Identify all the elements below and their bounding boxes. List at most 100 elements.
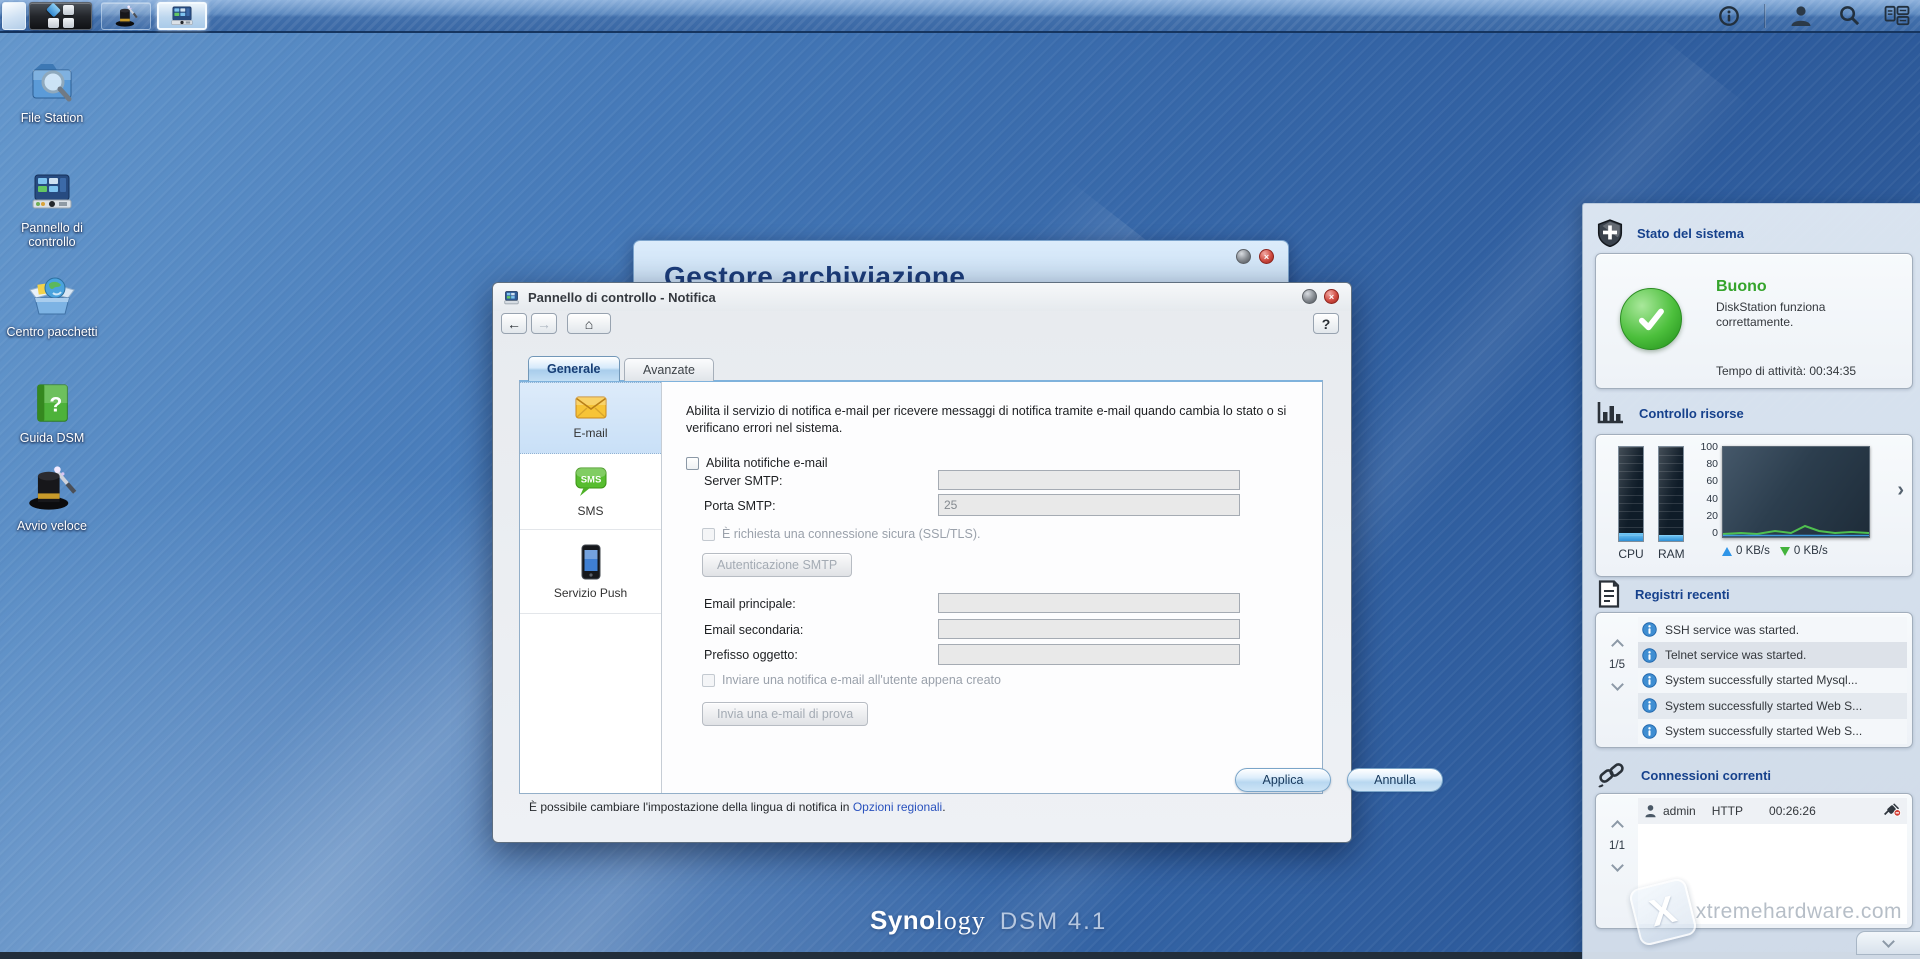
page-up-icon[interactable] (1610, 820, 1624, 833)
desktop-icon-avvio-veloce[interactable]: Avvio veloce (2, 462, 102, 533)
tab-generale[interactable]: Generale (528, 356, 620, 381)
desktop-icon-guida-dsm[interactable]: ? Guida DSM (2, 380, 102, 445)
cpu-label: CPU (1618, 547, 1644, 561)
info-button[interactable] (1716, 3, 1742, 29)
taskbar-task-avvio-veloce[interactable] (101, 2, 151, 30)
close-button[interactable]: × (1259, 249, 1274, 264)
search-icon (1839, 6, 1859, 26)
logo-version: DSM 4.1 (999, 908, 1108, 935)
system-status-value: Buono (1716, 278, 1767, 295)
secondary-email-input[interactable] (938, 619, 1240, 639)
primary-email-label: Email principale: (704, 597, 796, 611)
log-row[interactable]: System successfully started Web S... (1638, 718, 1907, 744)
tab-avanzate[interactable]: Avanzate (624, 358, 714, 381)
dialog-footer-note: È possibile cambiare l'impostazione dell… (529, 800, 946, 814)
smtp-server-input[interactable] (938, 470, 1240, 490)
shield-icon (1597, 219, 1623, 247)
logs-pager: 1/5 (1600, 639, 1634, 691)
help-book-icon: ? (37, 384, 68, 422)
bar-chart-icon (1597, 402, 1623, 424)
enable-email-checkbox[interactable] (686, 456, 699, 470)
smartphone-icon (581, 544, 600, 579)
page-indicator: 1/1 (1609, 840, 1625, 852)
desktop-icon-label: Centro pacchetti (6, 325, 98, 339)
nav-item-sms[interactable]: SMS SMS (520, 454, 661, 530)
disconnect-button[interactable] (1883, 802, 1901, 820)
widgets-toggle-button[interactable] (1884, 3, 1910, 29)
widget-title: Connessioni correnti (1641, 767, 1772, 783)
log-row[interactable]: SSH service was started. (1638, 617, 1907, 643)
search-button[interactable] (1836, 3, 1862, 29)
resource-monitor-card[interactable]: CPU RAM 100 80 60 40 20 0 0 KB/s 0 KB/s › (1595, 434, 1913, 577)
dialog-minimize-button[interactable] (1302, 289, 1317, 304)
log-row[interactable]: Telnet service was started. (1638, 642, 1907, 668)
download-arrow-icon (1779, 546, 1790, 556)
log-row[interactable]: System successfully started Web S... (1638, 693, 1907, 719)
control-panel-icon (504, 290, 519, 304)
desktop-icon-pannello-di-controllo[interactable]: Pannello di controllo (2, 168, 102, 249)
page-down-icon[interactable] (1610, 859, 1624, 872)
network-rates: 0 KB/s 0 KB/s (1722, 545, 1828, 557)
nav-item-servizio-push[interactable]: Servizio Push (520, 530, 661, 614)
upload-rate: 0 KB/s (1736, 545, 1770, 557)
page-up-icon[interactable] (1610, 639, 1624, 652)
show-desktop-button[interactable] (2, 2, 26, 30)
network-traffic-graph (1722, 446, 1870, 538)
log-text: System successfully started Mysql... (1665, 673, 1858, 688)
nav-item-label: SMS (577, 503, 604, 518)
main-menu-button[interactable] (29, 2, 92, 30)
desktop-icon-label: File Station (20, 111, 84, 125)
log-row[interactable]: System successfully started Mysql... (1638, 667, 1907, 694)
desktop-icon-label: Guida DSM (19, 431, 85, 445)
enable-email-label: Abilita notifiche e-mail (706, 456, 828, 470)
cancel-button[interactable]: Annulla (1347, 768, 1443, 792)
recent-logs-card: 1/5 SSH service was started. Telnet serv… (1595, 612, 1913, 748)
forward-button[interactable]: → (531, 313, 557, 334)
minimize-button[interactable] (1236, 249, 1251, 264)
recent-logs-header: Registri recenti (1597, 579, 1730, 609)
page-down-icon[interactable] (1610, 678, 1624, 691)
open-resource-monitor-chevron[interactable]: › (1897, 479, 1904, 502)
dialog-titlebar[interactable]: Pannello di controllo - Notifica × (493, 283, 1351, 311)
smtp-port-input[interactable] (938, 494, 1240, 516)
log-text: SSH service was started. (1665, 622, 1800, 637)
logo-brand-bold: Syno (870, 905, 936, 935)
desktop-icon-file-station[interactable]: File Station (2, 58, 102, 125)
user-icon (1645, 805, 1656, 818)
footer-text: È possibile cambiare l'impostazione dell… (529, 800, 853, 814)
user-button[interactable] (1788, 3, 1814, 29)
connection-user: admin (1663, 804, 1696, 818)
ram-gauge (1658, 446, 1684, 542)
widget-panel-collapse-tab[interactable] (1856, 931, 1920, 955)
subject-prefix-input[interactable] (938, 644, 1240, 665)
dsm-logo: Syno logy DSM 4.1 (870, 905, 1107, 936)
smtp-server-label: Server SMTP: (704, 474, 783, 488)
status-ok-icon (1620, 288, 1682, 350)
taskbar-separator (1764, 3, 1766, 28)
home-button[interactable]: ⌂ (567, 313, 611, 334)
page-indicator: 1/5 (1609, 659, 1625, 671)
widget-title: Stato del sistema (1637, 225, 1744, 241)
taskbar-task-pannello-di-controllo[interactable] (157, 2, 207, 30)
nav-item-email[interactable]: E-mail (520, 382, 661, 454)
dialog-close-button[interactable]: × (1324, 289, 1339, 304)
sms-icon: SMS (575, 467, 606, 496)
current-connections-card: 1/1 admin HTTP 00:26:26 (1595, 793, 1913, 929)
file-station-icon (32, 64, 72, 102)
widget-title: Registri recenti (1635, 586, 1730, 602)
help-button[interactable]: ? (1313, 313, 1339, 334)
connection-row[interactable]: admin HTTP 00:26:26 (1638, 798, 1907, 824)
desktop-icon-centro-pacchetti[interactable]: Centro pacchetti (2, 272, 102, 339)
primary-email-input[interactable] (938, 593, 1240, 613)
regional-options-link[interactable]: Opzioni regionali (853, 800, 942, 814)
chain-link-icon (1598, 763, 1624, 788)
chevron-down-icon (1882, 934, 1895, 948)
network-graph-axis: 100 80 60 40 20 0 (1700, 441, 1718, 539)
control-panel-icon (171, 6, 193, 25)
back-button[interactable]: ← (501, 313, 527, 334)
system-status-header: Stato del sistema (1597, 218, 1744, 248)
desktop-icon-label: Avvio veloce (17, 519, 87, 533)
email-icon (575, 396, 606, 419)
dialog-side-nav: E-mail SMS SMS Servizio Push (520, 382, 662, 793)
apply-button[interactable]: Applica (1235, 768, 1331, 792)
